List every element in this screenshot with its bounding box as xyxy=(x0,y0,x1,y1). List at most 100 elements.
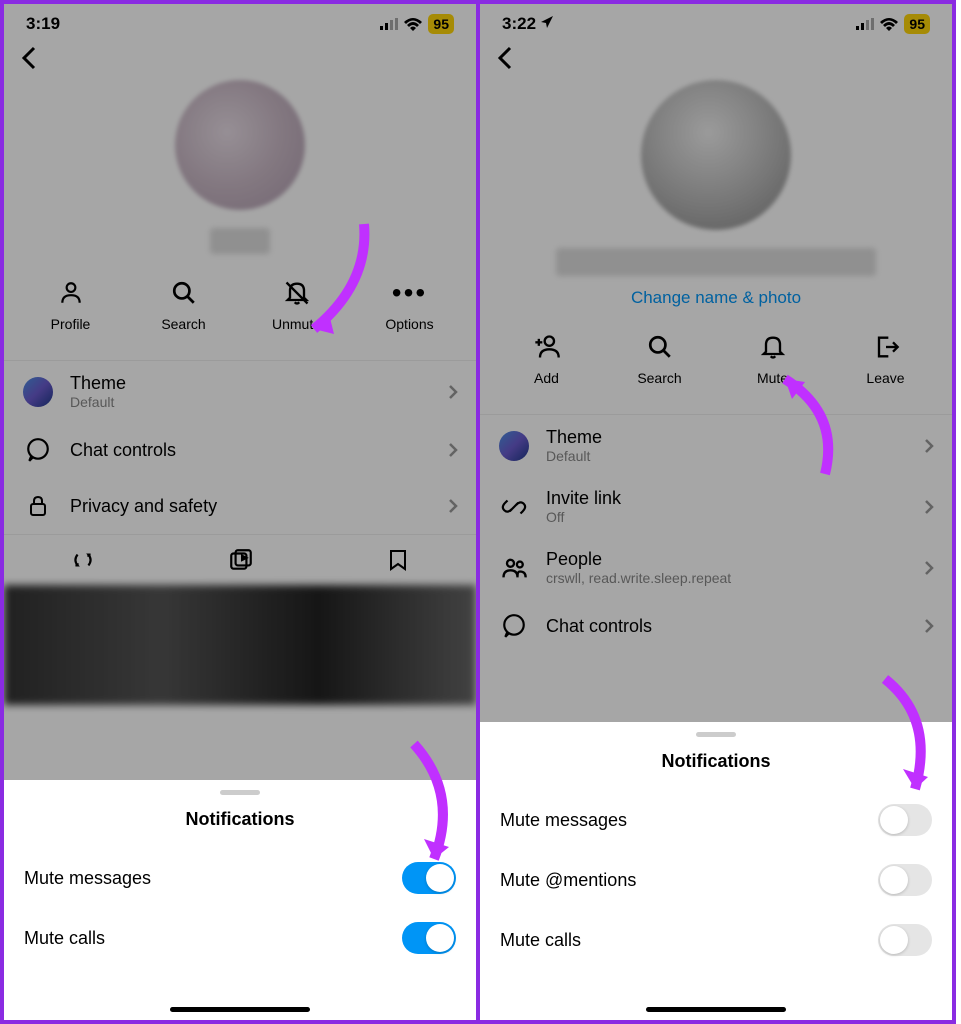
search-label: Search xyxy=(161,316,205,332)
search-label: Search xyxy=(637,370,681,386)
group-name-blurred xyxy=(556,248,876,276)
profile-action[interactable]: Profile xyxy=(26,278,116,332)
wifi-icon xyxy=(880,18,898,31)
status-time: 3:22 xyxy=(502,14,554,34)
chat-controls-title: Chat controls xyxy=(546,616,908,637)
cellular-icon xyxy=(380,18,398,30)
add-label: Add xyxy=(534,370,559,386)
bell-icon xyxy=(758,332,788,362)
mute-action[interactable]: Mute xyxy=(728,332,818,386)
mute-calls-toggle[interactable] xyxy=(878,924,932,956)
settings-list: Theme Default Chat controls Privacy and … xyxy=(4,360,476,534)
theme-title: Theme xyxy=(70,373,432,394)
search-icon xyxy=(169,278,199,308)
profile-header xyxy=(4,78,476,254)
profile-header: Change name & photo xyxy=(480,78,952,308)
media-tab[interactable] xyxy=(228,547,254,573)
chat-icon xyxy=(22,434,54,466)
add-person-icon xyxy=(532,332,562,362)
change-name-photo-link[interactable]: Change name & photo xyxy=(631,288,801,308)
chevron-right-icon xyxy=(924,560,934,576)
invite-link-row[interactable]: Invite link Off xyxy=(480,476,952,537)
group-avatar[interactable] xyxy=(641,80,791,230)
chat-icon xyxy=(498,610,530,642)
action-row: Add Search Mute Leave xyxy=(480,308,952,414)
mute-calls-toggle[interactable] xyxy=(402,922,456,954)
search-action[interactable]: Search xyxy=(139,278,229,332)
home-indicator[interactable] xyxy=(646,1007,786,1012)
dots-icon: ••• xyxy=(395,278,425,308)
chevron-right-icon xyxy=(924,499,934,515)
mute-calls-row: Mute calls xyxy=(4,908,476,968)
status-bar: 3:22 95 xyxy=(480,4,952,38)
mute-messages-toggle[interactable] xyxy=(402,862,456,894)
wifi-icon xyxy=(404,18,422,31)
people-sub: crswll, read.write.sleep.repeat xyxy=(546,570,908,586)
chevron-left-icon xyxy=(20,46,38,70)
sheet-handle[interactable] xyxy=(696,732,736,737)
bell-slash-icon xyxy=(282,278,312,308)
privacy-row[interactable]: Privacy and safety xyxy=(4,478,476,534)
battery-badge: 95 xyxy=(428,14,454,34)
options-action[interactable]: ••• Options xyxy=(365,278,455,332)
leave-action[interactable]: Leave xyxy=(841,332,931,386)
location-icon xyxy=(540,15,554,29)
status-time: 3:19 xyxy=(26,14,60,34)
saved-tab[interactable] xyxy=(386,547,410,573)
privacy-title: Privacy and safety xyxy=(70,496,432,517)
profile-label: Profile xyxy=(51,316,91,332)
chevron-right-icon xyxy=(924,438,934,454)
chat-controls-row[interactable]: Chat controls xyxy=(480,598,952,654)
cellular-icon xyxy=(856,18,874,30)
back-button[interactable] xyxy=(4,38,476,78)
mute-calls-label: Mute calls xyxy=(24,928,105,949)
options-label: Options xyxy=(385,316,433,332)
link-icon xyxy=(498,491,530,523)
media-grid-blurred xyxy=(4,585,476,705)
lock-icon xyxy=(22,490,54,522)
chat-controls-row[interactable]: Chat controls xyxy=(4,422,476,478)
sheet-title: Notifications xyxy=(4,809,476,848)
mute-messages-toggle[interactable] xyxy=(878,804,932,836)
mute-messages-label: Mute messages xyxy=(24,868,151,889)
reshare-tab[interactable] xyxy=(70,547,96,573)
battery-badge: 95 xyxy=(904,14,930,34)
mute-mentions-label: Mute @mentions xyxy=(500,870,636,891)
left-screenshot: 3:19 95 Profile Search Unmute ••• Option… xyxy=(0,0,478,1024)
leave-label: Leave xyxy=(866,370,904,386)
search-action[interactable]: Search xyxy=(615,332,705,386)
theme-dot-icon xyxy=(499,431,529,461)
theme-row[interactable]: Theme Default xyxy=(480,415,952,476)
mute-calls-label: Mute calls xyxy=(500,930,581,951)
add-action[interactable]: Add xyxy=(502,332,592,386)
mute-mentions-toggle[interactable] xyxy=(878,864,932,896)
chevron-right-icon xyxy=(924,618,934,634)
chat-controls-title: Chat controls xyxy=(70,440,432,461)
chevron-right-icon xyxy=(448,442,458,458)
home-indicator[interactable] xyxy=(170,1007,310,1012)
mute-mentions-row: Mute @mentions xyxy=(480,850,952,910)
action-row: Profile Search Unmute ••• Options xyxy=(4,254,476,360)
sheet-title: Notifications xyxy=(480,751,952,790)
invite-sub: Off xyxy=(546,509,908,525)
mute-messages-row: Mute messages xyxy=(4,848,476,908)
media-tabs xyxy=(4,534,476,585)
theme-row[interactable]: Theme Default xyxy=(4,361,476,422)
search-icon xyxy=(645,332,675,362)
status-bar: 3:19 95 xyxy=(4,4,476,38)
mute-calls-row: Mute calls xyxy=(480,910,952,970)
settings-list: Theme Default Invite link Off People crs… xyxy=(480,414,952,654)
profile-name-blurred xyxy=(210,228,270,254)
mute-messages-label: Mute messages xyxy=(500,810,627,831)
sheet-handle[interactable] xyxy=(220,790,260,795)
status-right: 95 xyxy=(380,14,454,34)
mute-messages-row: Mute messages xyxy=(480,790,952,850)
mute-label: Mute xyxy=(757,370,788,386)
avatar[interactable] xyxy=(175,80,305,210)
theme-dot-icon xyxy=(23,377,53,407)
theme-title: Theme xyxy=(546,427,908,448)
back-button[interactable] xyxy=(480,38,952,78)
unmute-action[interactable]: Unmute xyxy=(252,278,342,332)
people-row[interactable]: People crswll, read.write.sleep.repeat xyxy=(480,537,952,598)
status-right: 95 xyxy=(856,14,930,34)
